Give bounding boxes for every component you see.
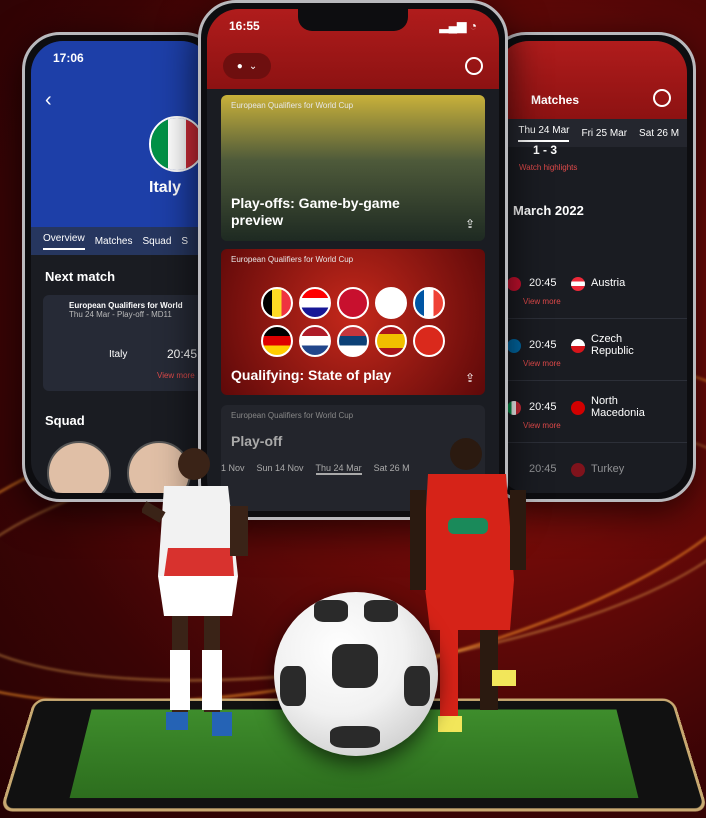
trophy-icon: ● [236, 60, 243, 72]
user-icon[interactable] [653, 89, 671, 107]
match-time: 20:45 [529, 277, 557, 289]
england-flag-icon [375, 287, 407, 319]
card-headline: Play-offs: Game-by-game preview [231, 195, 400, 228]
day-tab[interactable]: Thu 24 Mar [315, 463, 362, 475]
tab-squad[interactable]: Squad [142, 236, 171, 247]
team-tabs: Overview Matches Squad S [31, 227, 213, 255]
player-avatar[interactable] [47, 441, 111, 493]
score: 1 - 3 [533, 143, 558, 157]
sweden-flag-icon [507, 339, 521, 353]
croatia-flag-icon [299, 287, 331, 319]
day-tab[interactable]: Fri 25 Mar [581, 128, 627, 139]
team-name: Austria [591, 277, 626, 289]
tab-overview[interactable]: Overview [43, 233, 85, 250]
ball-patch [280, 666, 306, 706]
team-name: Turkey [591, 463, 625, 475]
spain-flag-icon [375, 325, 407, 357]
match-row[interactable]: 20:45 Czech Republic View more [497, 321, 687, 381]
wales-flag-icon [507, 277, 521, 291]
team-name: Czech Republic [591, 333, 634, 357]
ball-patch [364, 600, 398, 622]
view-more-link[interactable]: View more [523, 421, 561, 430]
denmark-flag-icon [337, 287, 369, 319]
netherlands-flag-icon [299, 325, 331, 357]
card-label: European Qualifiers for World Cup [231, 411, 354, 420]
screen: 17:06 ‹ Italy Overview Matches Squad S N… [31, 41, 213, 493]
view-more-link[interactable]: View more [157, 371, 195, 380]
back-icon[interactable]: ‹ [45, 89, 52, 112]
ball-patch [332, 644, 378, 688]
match-time: 20:45 [529, 401, 557, 413]
day-tab[interactable]: Thu 24 Mar [518, 125, 570, 142]
tab-more[interactable]: S [181, 236, 188, 247]
page-title: Matches [531, 93, 580, 107]
view-more-link[interactable]: View more [523, 297, 561, 306]
status-bar: 17:06 [31, 51, 213, 69]
status-time: 17:06 [53, 51, 84, 65]
news-card[interactable]: European Qualifiers for World Cup Play-o… [221, 95, 485, 241]
ball-patch [330, 726, 380, 748]
soccer-ball [274, 592, 438, 756]
chevron-down-icon: ⌄ [248, 60, 258, 72]
news-card[interactable]: European Qualifiers for World Cup Qualif… [221, 249, 485, 395]
screen: Matches r Thu 24 Mar Fri 25 Mar Sat 26 M… [497, 41, 687, 493]
czech-flag-icon [571, 339, 585, 353]
ball-patch [404, 666, 430, 706]
match-row[interactable]: 20:45 Austria View more [497, 259, 687, 319]
status-time: 16:55 [229, 19, 260, 33]
phone-italy-team: 17:06 ‹ Italy Overview Matches Squad S N… [22, 32, 222, 502]
day-tabs: r Thu 24 Mar Fri 25 Mar Sat 26 M [497, 119, 687, 147]
next-match-title: Next match [45, 269, 116, 284]
card-label: European Qualifiers for World Cup [231, 101, 354, 110]
ball-patch [314, 600, 348, 622]
share-icon[interactable]: ⇪ [465, 371, 475, 385]
switzerland-flag-icon [413, 325, 445, 357]
day-tab[interactable]: Sun 14 Nov [257, 463, 304, 475]
share-icon[interactable]: ⇪ [465, 217, 475, 231]
serbia-flag-icon [337, 325, 369, 357]
next-match-card[interactable]: European Qualifiers for World Thu 24 Mar… [43, 295, 213, 391]
match-date: Thu 24 Mar - Play-off - MD11 [69, 310, 172, 319]
austria-flag-icon [571, 277, 585, 291]
day-tab[interactable]: Sat 26 M [374, 463, 410, 475]
north-macedonia-flag-icon [571, 401, 585, 415]
team-name: North Macedonia [591, 395, 645, 419]
watch-highlights-link[interactable]: Watch highlights [519, 163, 577, 172]
germany-flag-icon [261, 325, 293, 357]
view-more-link[interactable]: View more [523, 359, 561, 368]
match-time: 20:45 [167, 347, 198, 361]
turkey-flag-icon [571, 463, 585, 477]
squad-title: Squad [45, 413, 85, 428]
italy-flag-icon [149, 116, 205, 172]
tab-matches[interactable]: Matches [95, 236, 133, 247]
day-tab[interactable]: Sat 26 M [639, 128, 679, 139]
home-team: Italy [109, 349, 128, 360]
status-bar: 16:55 ▂▄▆ ◔ [207, 19, 499, 37]
footballer-white-kit [142, 448, 248, 736]
competition-label: European Qualifiers for World [69, 301, 183, 310]
card-headline: Qualifying: State of play [231, 367, 392, 383]
match-time: 20:45 [529, 339, 557, 351]
france-flag-icon [413, 287, 445, 319]
team-name: Italy [149, 179, 182, 196]
italy-flag-icon [507, 401, 521, 415]
flags-grid [261, 287, 445, 357]
belgium-flag-icon [261, 287, 293, 319]
competition-switcher-button[interactable]: ● ⌄ [223, 53, 271, 79]
card-label: European Qualifiers for World Cup [231, 255, 354, 264]
app-header [497, 41, 687, 119]
user-icon[interactable] [465, 57, 483, 75]
date-header: March 2022 [513, 203, 584, 218]
